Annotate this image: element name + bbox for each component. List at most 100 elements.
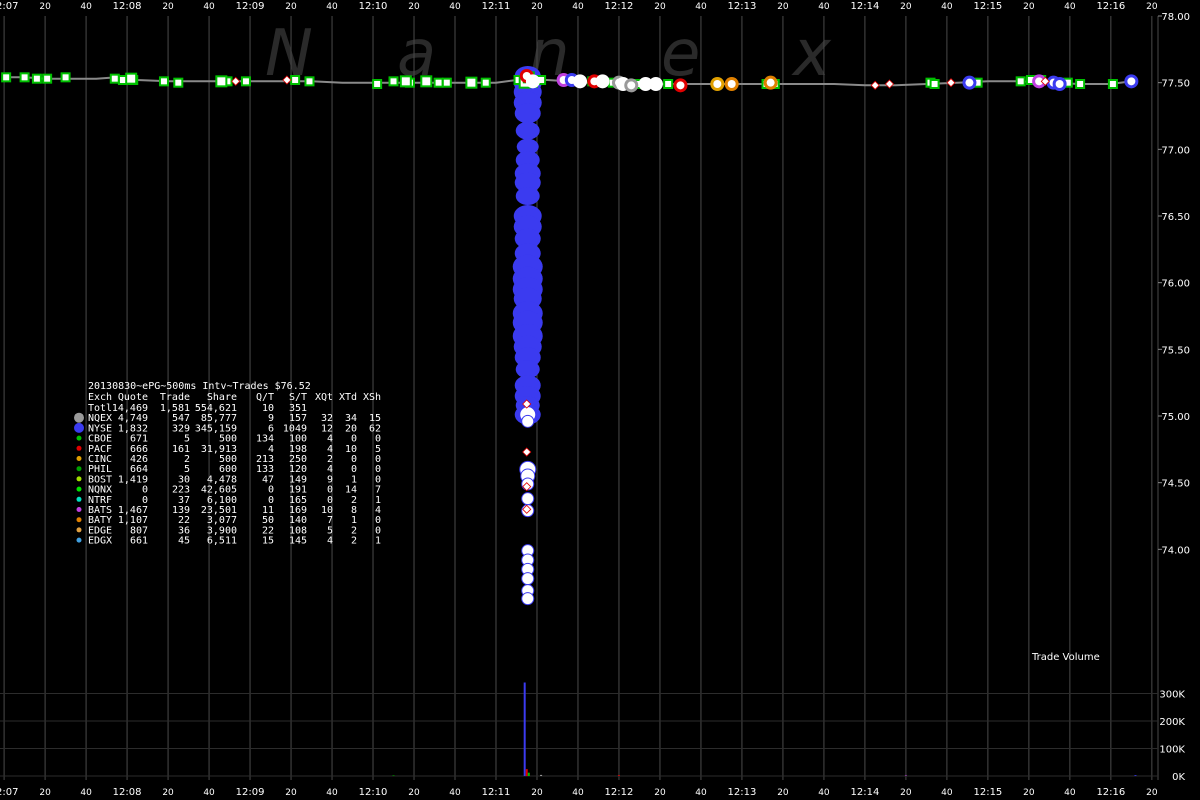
x-tick-label-top: 20: [531, 2, 543, 12]
large-square-center: [217, 77, 226, 86]
legend-swatch: [76, 445, 82, 451]
price-tick-label: 74.50: [1161, 479, 1190, 490]
x-tick-label-top: 20: [1146, 2, 1158, 12]
exchange-trade-circle-center: [727, 80, 736, 88]
x-tick-label-top: 20: [285, 2, 297, 12]
volume-tick-label: 0K: [1172, 772, 1185, 783]
x-tick-label-top: 40: [695, 2, 707, 12]
green-square-center: [374, 81, 381, 87]
volume-tick-label: 300K: [1159, 690, 1185, 701]
exchange-trade-circle-center: [965, 78, 974, 87]
price-tick-label: 78.00: [1161, 12, 1190, 23]
legend-cell: 2: [351, 536, 357, 547]
legend-swatch: [74, 422, 84, 433]
large-square-center: [422, 77, 431, 86]
legend-cell: 1: [375, 536, 381, 547]
price-tick-label: 75.00: [1161, 412, 1190, 423]
exchange-trade-circle-center: [598, 77, 607, 86]
price-tick-label: 76.50: [1161, 212, 1190, 223]
x-tick-label-bottom: 20: [408, 788, 420, 798]
x-tick-label-top: 40: [326, 2, 338, 12]
green-square-center: [665, 81, 672, 87]
green-square-center: [242, 78, 249, 85]
x-tick-label-bottom: 12:08: [113, 787, 142, 798]
green-square-center: [1109, 81, 1116, 87]
nyse-trade-point: [514, 103, 541, 124]
x-tick-label-top: 40: [449, 2, 461, 12]
green-square-center: [21, 74, 28, 81]
exchange-trade-circle-center: [676, 81, 685, 90]
x-tick-label-bottom: 12:14: [850, 787, 879, 798]
x-tick-label-bottom: 40: [203, 788, 215, 798]
green-square-center: [292, 77, 299, 83]
legend-column-header: XSh: [363, 392, 381, 403]
exchange-trade-circle-center: [576, 77, 585, 86]
legend-exchange: EDGX: [88, 536, 112, 547]
legend-swatch: [76, 517, 82, 523]
legend-column-header: S/T: [289, 392, 307, 403]
x-tick-label-bottom: 40: [1064, 788, 1076, 798]
x-tick-label-top: 40: [818, 2, 830, 12]
x-tick-label-bottom: 12:11: [482, 787, 511, 798]
legend-swatch: [76, 435, 82, 441]
volume-tick-label: 200K: [1159, 717, 1185, 728]
large-square-center: [127, 74, 136, 83]
x-tick-label-top: 12:09: [236, 1, 265, 12]
watermark-letter: x: [791, 17, 832, 91]
x-tick-label-top: 12:10: [359, 1, 388, 12]
x-tick-label-bottom: 20: [531, 788, 543, 798]
x-tick-label-top: 20: [39, 2, 51, 12]
x-tick-label-top: 12:07: [0, 1, 19, 12]
green-square-center: [390, 78, 397, 85]
x-tick-label-bottom: 12:15: [973, 787, 1002, 798]
x-tick-label-bottom: 20: [1023, 788, 1035, 798]
x-tick-label-bottom: 12:07: [0, 787, 19, 798]
volume-bar: [392, 775, 395, 776]
x-tick-label-bottom: 20: [777, 788, 789, 798]
green-square-center: [1077, 81, 1084, 87]
x-tick-label-bottom: 40: [449, 788, 461, 798]
price-tick-label: 74.00: [1161, 545, 1190, 556]
white-trade-point: [521, 592, 535, 606]
green-square-center: [306, 78, 313, 85]
legend-cell: 6,511: [207, 536, 237, 547]
x-tick-label-bottom: 40: [80, 788, 92, 798]
legend-cell: 15: [262, 536, 274, 547]
x-tick-label-top: 20: [408, 2, 420, 12]
x-axis-bottom: 12:07 20 40 12:08 20 40 12:09 20 40 12:10 20 40 12:1…: [0, 787, 1158, 798]
volume-axis-title: Trade Volume: [1031, 652, 1100, 663]
price-tick-label: 77.00: [1161, 145, 1190, 156]
x-tick-label-top: 40: [1064, 2, 1076, 12]
x-tick-label-top: 20: [900, 2, 912, 12]
nyse-trade-point: [515, 187, 540, 205]
legend-title: 20130830~ePG~500ms Intv~Trades $76.52: [88, 381, 311, 392]
volume-bar: [540, 774, 543, 776]
x-tick-label-top: 20: [162, 2, 174, 12]
x-tick-label-bottom: 12:16: [1096, 787, 1125, 798]
legend-swatch: [76, 507, 82, 512]
x-tick-label-bottom: 20: [162, 788, 174, 798]
x-tick-label-top: 12:08: [113, 1, 142, 12]
exchange-trade-circle-center: [641, 80, 650, 88]
exchange-trade-circle-center: [1127, 77, 1136, 86]
legend-column-header: XQt: [315, 392, 333, 403]
x-tick-label-bottom: 12:13: [728, 787, 757, 798]
green-square-center: [62, 74, 69, 81]
legend-swatch: [76, 466, 82, 472]
x-tick-label-top: 20: [777, 2, 789, 12]
nyse-trade-point: [515, 121, 540, 140]
volume-bar: [617, 775, 620, 776]
legend-swatch: [74, 412, 84, 423]
white-trade-point: [521, 492, 535, 506]
legend-swatch: [76, 486, 82, 492]
volume-bar: [1134, 775, 1137, 776]
x-tick-label-top: 20: [1023, 2, 1035, 12]
x-tick-label-bottom: 20: [900, 788, 912, 798]
green-square-center: [482, 79, 489, 86]
volume-bar: [904, 775, 907, 776]
x-tick-label-top: 12:11: [482, 1, 511, 12]
x-tick-label-top: 40: [203, 2, 215, 12]
large-square-center: [467, 78, 476, 87]
x-tick-label-top: 12:15: [973, 1, 1002, 12]
x-tick-label-bottom: 20: [285, 788, 297, 798]
